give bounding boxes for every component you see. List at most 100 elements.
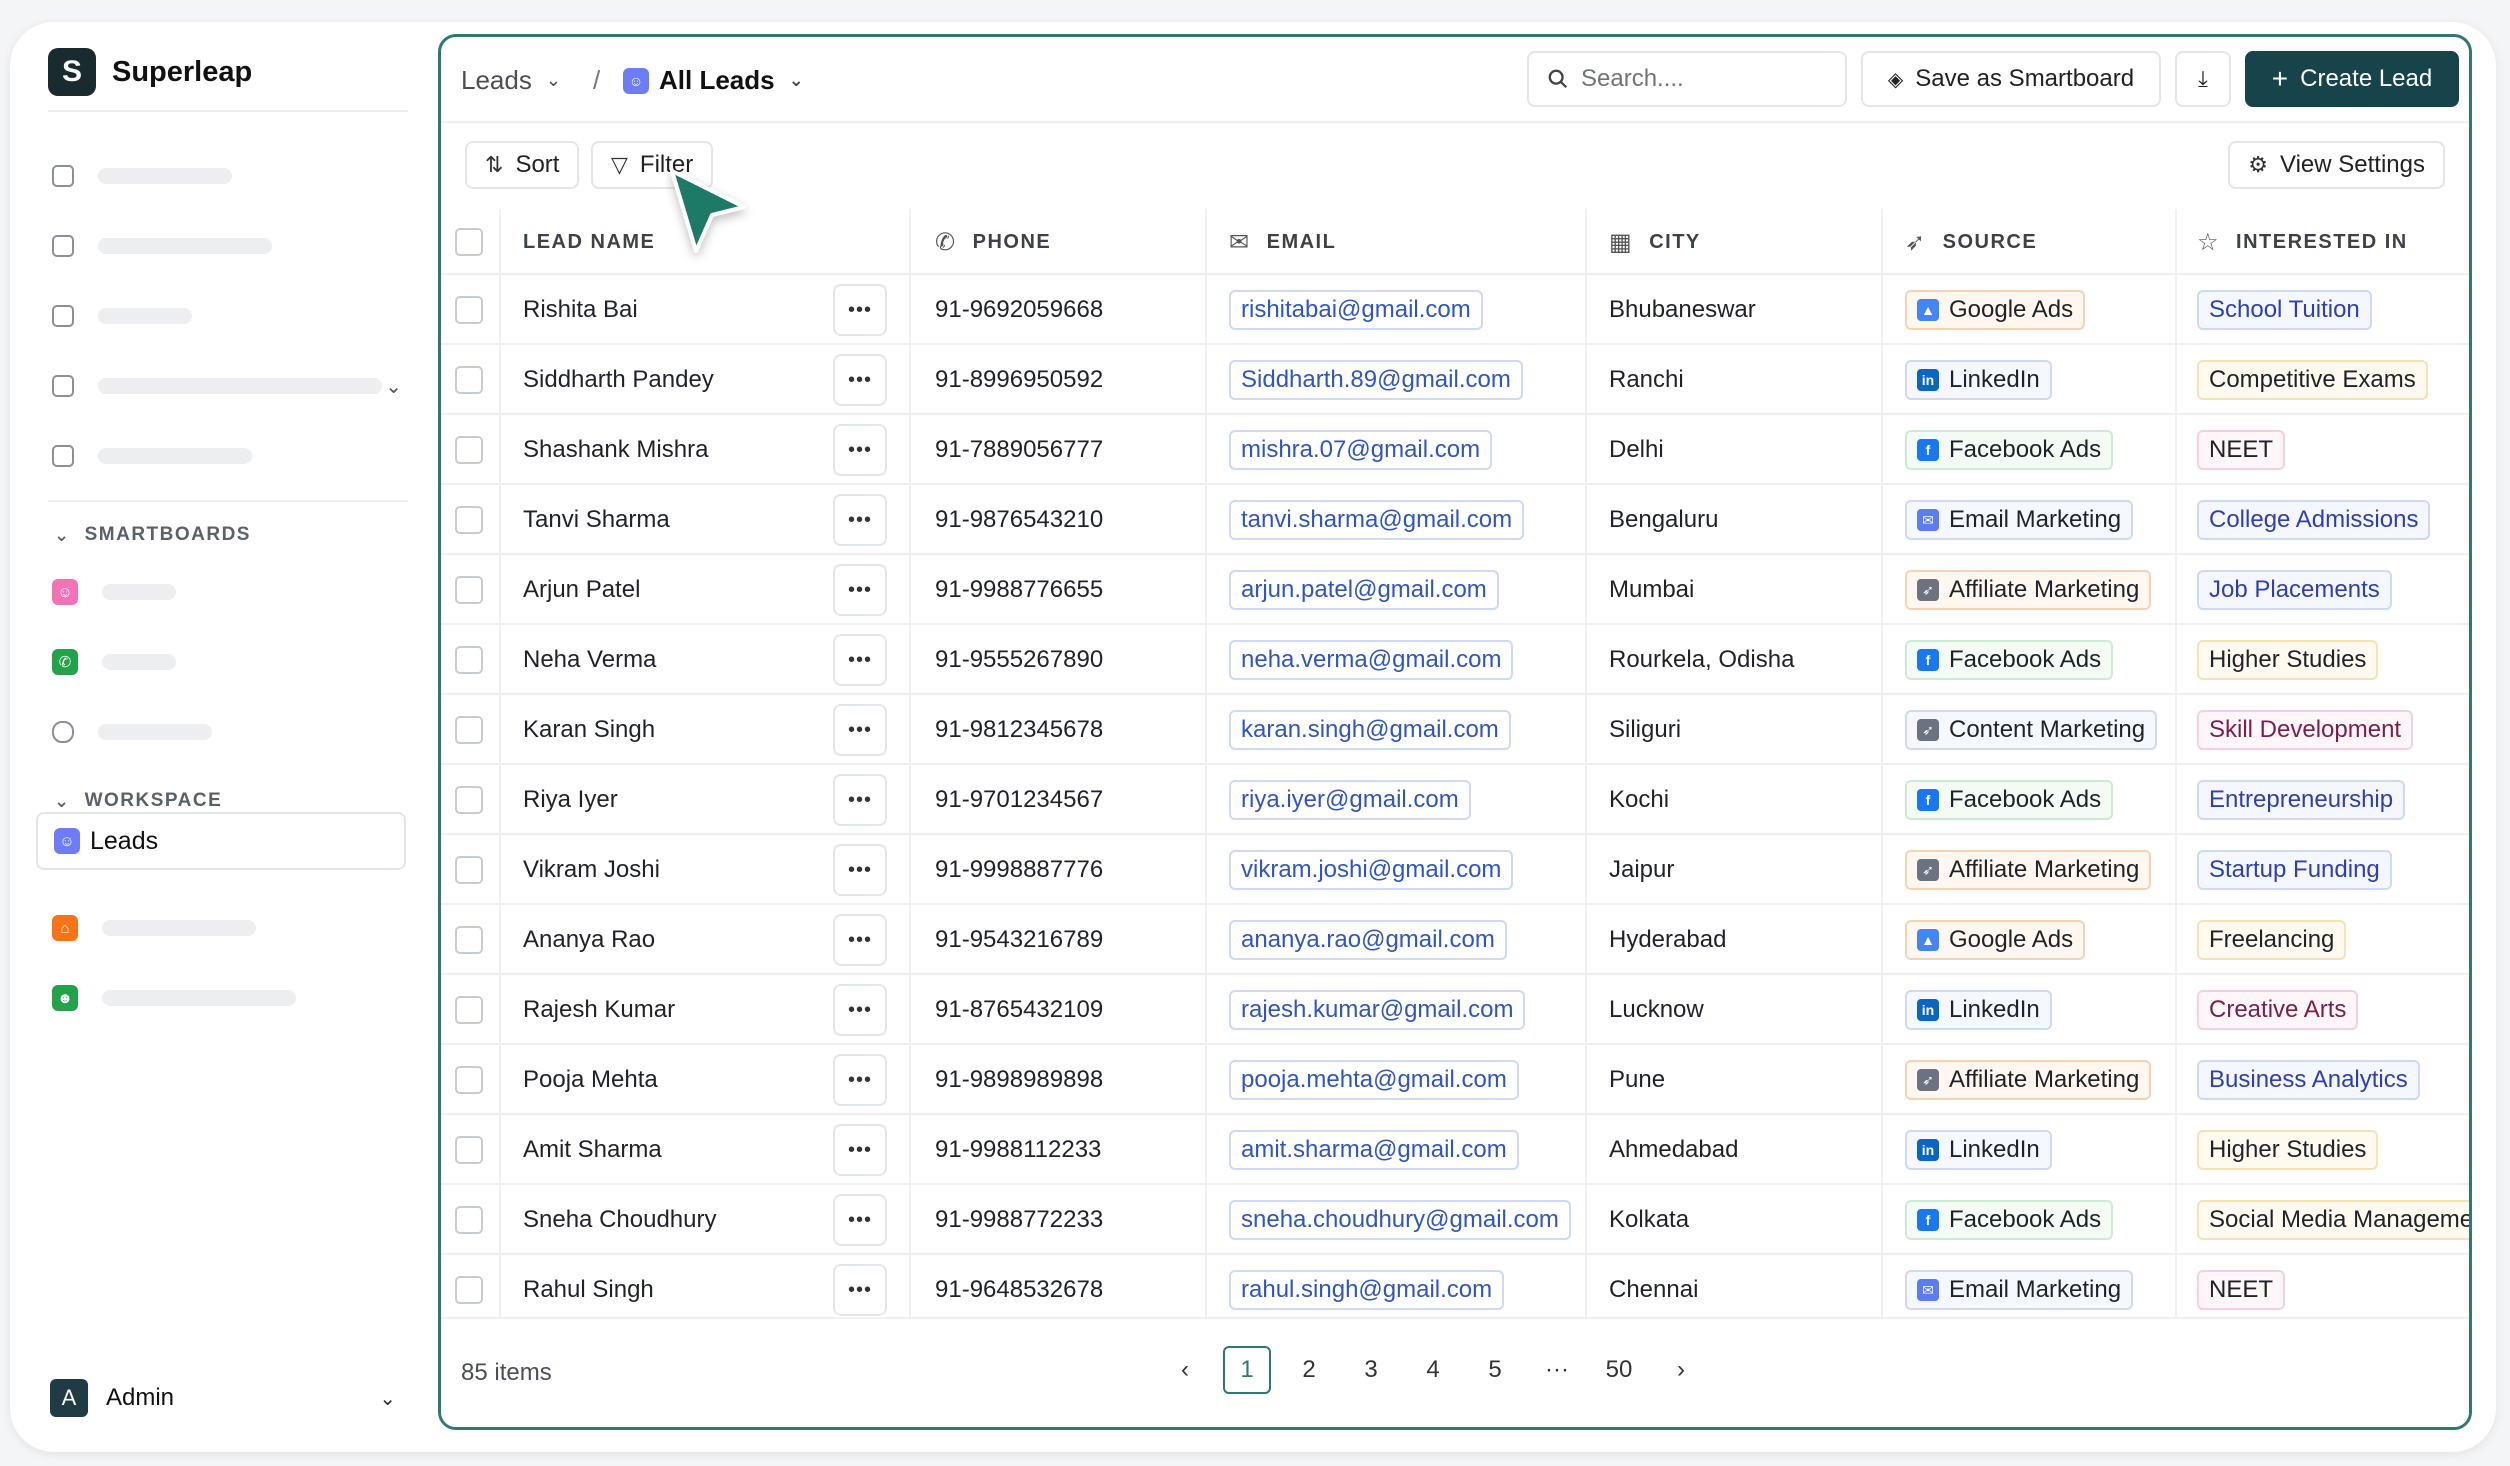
table-row[interactable]: Ananya Rao ••• 91-9543216789 ananya.rao@… bbox=[441, 905, 2469, 975]
user-menu[interactable]: A Admin ⌄ bbox=[50, 1376, 406, 1420]
lead-name[interactable]: Arjun Patel bbox=[523, 555, 640, 625]
source-tag[interactable]: ▲ Google Ads bbox=[1905, 290, 2086, 330]
section-smartboards[interactable]: ⌄ SMARTBOARDS bbox=[54, 524, 251, 546]
table-row[interactable]: Rishita Bai ••• 91-9692059668 rishitabai… bbox=[441, 275, 2469, 345]
row-more-button[interactable]: ••• bbox=[833, 634, 887, 686]
sidebar-item-tasks[interactable] bbox=[52, 296, 192, 336]
row-more-button[interactable]: ••• bbox=[833, 1054, 887, 1106]
column-interested-in[interactable]: ☆ INTERESTED IN bbox=[2197, 209, 2408, 275]
lead-email[interactable]: mishra.07@gmail.com bbox=[1229, 430, 1493, 470]
search-input[interactable] bbox=[1581, 65, 1821, 93]
sort-button[interactable]: ⇅ Sort bbox=[465, 141, 580, 189]
source-tag[interactable]: in LinkedIn bbox=[1905, 1130, 2052, 1170]
row-more-button[interactable]: ••• bbox=[833, 284, 887, 336]
lead-name[interactable]: Siddharth Pandey bbox=[523, 345, 714, 415]
row-more-button[interactable]: ••• bbox=[833, 1194, 887, 1246]
table-row[interactable]: Rajesh Kumar ••• 91-8765432109 rajesh.ku… bbox=[441, 975, 2469, 1045]
row-checkbox[interactable] bbox=[455, 996, 483, 1024]
row-checkbox[interactable] bbox=[455, 646, 483, 674]
lead-email[interactable]: rahul.singh@gmail.com bbox=[1229, 1270, 1505, 1310]
row-checkbox[interactable] bbox=[455, 926, 483, 954]
source-tag[interactable]: ➶ Affiliate Marketing bbox=[1905, 1060, 2152, 1100]
lead-email[interactable]: amit.sharma@gmail.com bbox=[1229, 1130, 1519, 1170]
lead-email[interactable]: neha.verma@gmail.com bbox=[1229, 640, 1514, 680]
table-row[interactable]: Tanvi Sharma ••• 91-9876543210 tanvi.sha… bbox=[441, 485, 2469, 555]
source-tag[interactable]: in LinkedIn bbox=[1905, 990, 2052, 1030]
lead-email[interactable]: sneha.choudhury@gmail.com bbox=[1229, 1200, 1571, 1240]
row-checkbox[interactable] bbox=[455, 716, 483, 744]
breadcrumb-all-leads[interactable]: ☺ All Leads ⌄ bbox=[623, 65, 804, 96]
source-tag[interactable]: ✉ Email Marketing bbox=[1905, 500, 2134, 540]
lead-name[interactable]: Tanvi Sharma bbox=[523, 485, 670, 555]
row-checkbox[interactable] bbox=[455, 506, 483, 534]
create-lead-button[interactable]: + Create Lead bbox=[2245, 51, 2459, 107]
lead-email[interactable]: Siddharth.89@gmail.com bbox=[1229, 360, 1523, 400]
lead-name[interactable]: Amit Sharma bbox=[523, 1115, 662, 1185]
lead-name[interactable]: Shashank Mishra bbox=[523, 415, 708, 485]
lead-email[interactable]: rishitabai@gmail.com bbox=[1229, 290, 1483, 330]
table-row[interactable]: Riya Iyer ••• 91-9701234567 riya.iyer@gm… bbox=[441, 765, 2469, 835]
lead-name[interactable]: Riya Iyer bbox=[523, 765, 618, 835]
breadcrumb-leads[interactable]: Leads ⌄ bbox=[461, 65, 561, 96]
view-settings-button[interactable]: ⚙ View Settings bbox=[2228, 141, 2445, 189]
lead-email[interactable]: karan.singh@gmail.com bbox=[1229, 710, 1511, 750]
save-smartboard-button[interactable]: ◈ Save as Smartboard bbox=[1861, 51, 2161, 107]
page-button[interactable]: 2 bbox=[1285, 1346, 1333, 1394]
table-row[interactable]: Arjun Patel ••• 91-9988776655 arjun.pate… bbox=[441, 555, 2469, 625]
lead-name[interactable]: Vikram Joshi bbox=[523, 835, 660, 905]
row-checkbox[interactable] bbox=[455, 1206, 483, 1234]
row-more-button[interactable]: ••• bbox=[833, 354, 887, 406]
column-source[interactable]: ➶ SOURCE bbox=[1905, 209, 2037, 275]
row-checkbox[interactable] bbox=[455, 786, 483, 814]
row-checkbox[interactable] bbox=[455, 1276, 483, 1304]
row-more-button[interactable]: ••• bbox=[833, 984, 887, 1036]
page-button[interactable]: 3 bbox=[1347, 1346, 1395, 1394]
lead-email[interactable]: riya.iyer@gmail.com bbox=[1229, 780, 1471, 820]
lead-name[interactable]: Rahul Singh bbox=[523, 1255, 654, 1325]
table-row[interactable]: Vikram Joshi ••• 91-9998887776 vikram.jo… bbox=[441, 835, 2469, 905]
column-lead-name[interactable]: LEAD NAME bbox=[523, 209, 655, 275]
interest-tag[interactable]: Social Media Management bbox=[2197, 1200, 2469, 1240]
row-checkbox[interactable] bbox=[455, 366, 483, 394]
interest-tag[interactable]: Business Analytics bbox=[2197, 1060, 2420, 1100]
lead-name[interactable]: Neha Verma bbox=[523, 625, 656, 695]
source-tag[interactable]: f Facebook Ads bbox=[1905, 1200, 2114, 1240]
source-tag[interactable]: ➶ Affiliate Marketing bbox=[1905, 570, 2152, 610]
table-row[interactable]: Shashank Mishra ••• 91-7889056777 mishra… bbox=[441, 415, 2469, 485]
table-row[interactable]: Sneha Choudhury ••• 91-9988772233 sneha.… bbox=[441, 1185, 2469, 1255]
row-more-button[interactable]: ••• bbox=[833, 424, 887, 476]
row-checkbox[interactable] bbox=[455, 436, 483, 464]
source-tag[interactable]: f Facebook Ads bbox=[1905, 780, 2114, 820]
lead-name[interactable]: Ananya Rao bbox=[523, 905, 655, 975]
row-checkbox[interactable] bbox=[455, 296, 483, 324]
row-checkbox[interactable] bbox=[455, 1136, 483, 1164]
lead-email[interactable]: rajesh.kumar@gmail.com bbox=[1229, 990, 1526, 1030]
source-tag[interactable]: ✉ Email Marketing bbox=[1905, 1270, 2134, 1310]
row-more-button[interactable]: ••• bbox=[833, 1264, 887, 1316]
section-workspace[interactable]: ⌄ WORKSPACE bbox=[54, 790, 222, 812]
next-page-button[interactable]: › bbox=[1657, 1346, 1705, 1394]
interest-tag[interactable]: Job Placements bbox=[2197, 570, 2392, 610]
row-more-button[interactable]: ••• bbox=[833, 914, 887, 966]
sidebar-item-flows[interactable] bbox=[52, 226, 272, 266]
row-more-button[interactable]: ••• bbox=[833, 1124, 887, 1176]
interest-tag[interactable]: Freelancing bbox=[2197, 920, 2347, 960]
source-tag[interactable]: ➶ Content Marketing bbox=[1905, 710, 2158, 750]
prev-page-button[interactable]: ‹ bbox=[1161, 1346, 1209, 1394]
lead-name[interactable]: Karan Singh bbox=[523, 695, 655, 765]
sidebar-smartboard-2[interactable]: ✆ bbox=[52, 642, 176, 682]
row-more-button[interactable]: ••• bbox=[833, 774, 887, 826]
lead-email[interactable]: pooja.mehta@gmail.com bbox=[1229, 1060, 1519, 1100]
sidebar-item-records[interactable]: ⌄ bbox=[52, 366, 412, 406]
interest-tag[interactable]: Higher Studies bbox=[2197, 1130, 2379, 1170]
download-button[interactable]: ⤓ bbox=[2175, 51, 2231, 107]
interest-tag[interactable]: Entrepreneurship bbox=[2197, 780, 2406, 820]
source-tag[interactable]: ▲ Google Ads bbox=[1905, 920, 2086, 960]
row-more-button[interactable]: ••• bbox=[833, 564, 887, 616]
sidebar-item-courses[interactable]: ⌂ bbox=[52, 908, 256, 948]
lead-email[interactable]: ananya.rao@gmail.com bbox=[1229, 920, 1507, 960]
interest-tag[interactable]: Higher Studies bbox=[2197, 640, 2379, 680]
lead-name[interactable]: Pooja Mehta bbox=[523, 1045, 658, 1115]
lead-email[interactable]: tanvi.sharma@gmail.com bbox=[1229, 500, 1525, 540]
interest-tag[interactable]: College Admissions bbox=[2197, 500, 2431, 540]
